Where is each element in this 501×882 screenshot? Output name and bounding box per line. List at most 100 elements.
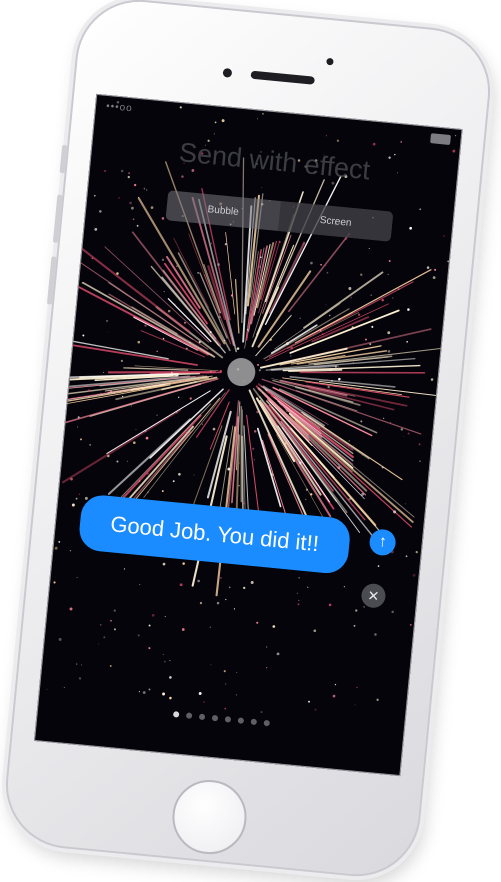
firework-spark xyxy=(405,555,408,558)
firework-spark xyxy=(98,643,100,645)
firework-spark xyxy=(78,493,81,495)
firework-spark xyxy=(432,276,436,280)
firework-spark xyxy=(103,636,106,639)
firework-spark xyxy=(256,621,259,624)
firework-spark xyxy=(403,436,404,438)
firework-spark xyxy=(184,321,186,324)
firework-spark xyxy=(75,497,78,500)
firework-spark xyxy=(382,417,385,420)
firework-spark xyxy=(89,444,91,446)
firework-spark xyxy=(243,586,246,590)
firework-spark xyxy=(354,704,356,706)
firework-spark xyxy=(193,474,195,476)
firework-spark xyxy=(148,688,151,691)
firework-spark xyxy=(328,603,332,607)
firework-spark xyxy=(252,447,255,450)
volume-up-button xyxy=(52,194,63,243)
firework-spark xyxy=(144,324,147,327)
firework-spark xyxy=(77,426,79,428)
firework-spark xyxy=(407,432,410,435)
firework-spark xyxy=(409,624,412,626)
firework-spark xyxy=(76,663,78,665)
firework-spark xyxy=(169,660,171,662)
firework-spark xyxy=(99,210,102,213)
firework-spark xyxy=(376,698,379,701)
firework-spark xyxy=(145,436,149,440)
firework-spark xyxy=(412,573,416,577)
firework-spark xyxy=(406,340,408,343)
firework-spark xyxy=(162,692,166,696)
firework-spark xyxy=(69,549,72,552)
firework-spark xyxy=(348,440,350,442)
firework-spark xyxy=(177,396,180,399)
firework-spark xyxy=(320,263,322,266)
firework-spark xyxy=(63,687,65,688)
firework-spark xyxy=(348,287,352,290)
firework-spark xyxy=(298,599,300,602)
firework-spark xyxy=(337,365,340,367)
firework-spark xyxy=(113,609,116,612)
firework-spark xyxy=(332,694,336,698)
firework-spark xyxy=(161,217,165,220)
firework-spark xyxy=(223,670,226,673)
firework-spark xyxy=(343,586,346,588)
firework-spark xyxy=(374,633,377,636)
firework-spark xyxy=(305,498,307,500)
firework-spark xyxy=(381,298,384,302)
firework-spark xyxy=(145,189,148,191)
firework-spark xyxy=(182,562,185,565)
firework-spark xyxy=(442,235,445,237)
firework-spark xyxy=(128,172,131,175)
firework-spark xyxy=(225,598,227,601)
page-dot xyxy=(211,714,218,722)
firework-spark xyxy=(368,248,370,250)
firework-spark xyxy=(136,224,139,227)
firework-spark xyxy=(394,153,396,156)
firework-spark xyxy=(143,187,146,190)
firework-streak xyxy=(268,281,414,358)
page-dot xyxy=(262,719,270,727)
firework-spark xyxy=(137,634,140,637)
firework-spark xyxy=(213,133,215,135)
firework-spark xyxy=(116,460,119,463)
firework-spark xyxy=(404,503,406,505)
firework-spark xyxy=(370,294,372,296)
firework-spark xyxy=(135,428,137,430)
volume-down-button xyxy=(46,256,57,305)
firework-spark xyxy=(356,686,358,689)
firework-spark xyxy=(327,385,330,389)
proximity-sensor xyxy=(326,57,334,66)
firework-spark xyxy=(120,169,124,173)
firework-spark xyxy=(164,615,166,618)
firework-core xyxy=(227,358,256,387)
firework-spark xyxy=(94,227,98,231)
firework-spark xyxy=(228,586,231,589)
firework-spark xyxy=(181,628,185,631)
firework-spark xyxy=(298,577,300,579)
firework-spark xyxy=(355,609,358,612)
phone-screen: •••oo Send with effect Bubble Screen Goo… xyxy=(33,93,463,777)
page-dot xyxy=(198,713,205,721)
firework-spark xyxy=(80,438,82,441)
firework-spark xyxy=(314,708,317,711)
signal-strength: •••oo xyxy=(105,100,134,115)
home-button[interactable] xyxy=(169,776,250,858)
firework-spark xyxy=(103,169,107,173)
firework-spark xyxy=(216,601,220,605)
close-icon: ✕ xyxy=(366,587,381,605)
firework-streak xyxy=(107,418,191,495)
firework-spark xyxy=(53,581,56,584)
firework-spark xyxy=(69,607,73,611)
firework-spark xyxy=(258,369,261,372)
firework-spark xyxy=(76,576,78,579)
firework-spark xyxy=(84,496,88,500)
firework-spark xyxy=(197,579,200,583)
firework-spark xyxy=(133,441,136,445)
firework-spark xyxy=(365,338,367,341)
firework-spark xyxy=(129,201,132,205)
firework-spark xyxy=(224,707,227,710)
arrow-up-icon: ↑ xyxy=(377,533,388,551)
firework-spark xyxy=(58,540,61,543)
firework-spark xyxy=(93,194,96,197)
firework-spark xyxy=(46,688,48,690)
